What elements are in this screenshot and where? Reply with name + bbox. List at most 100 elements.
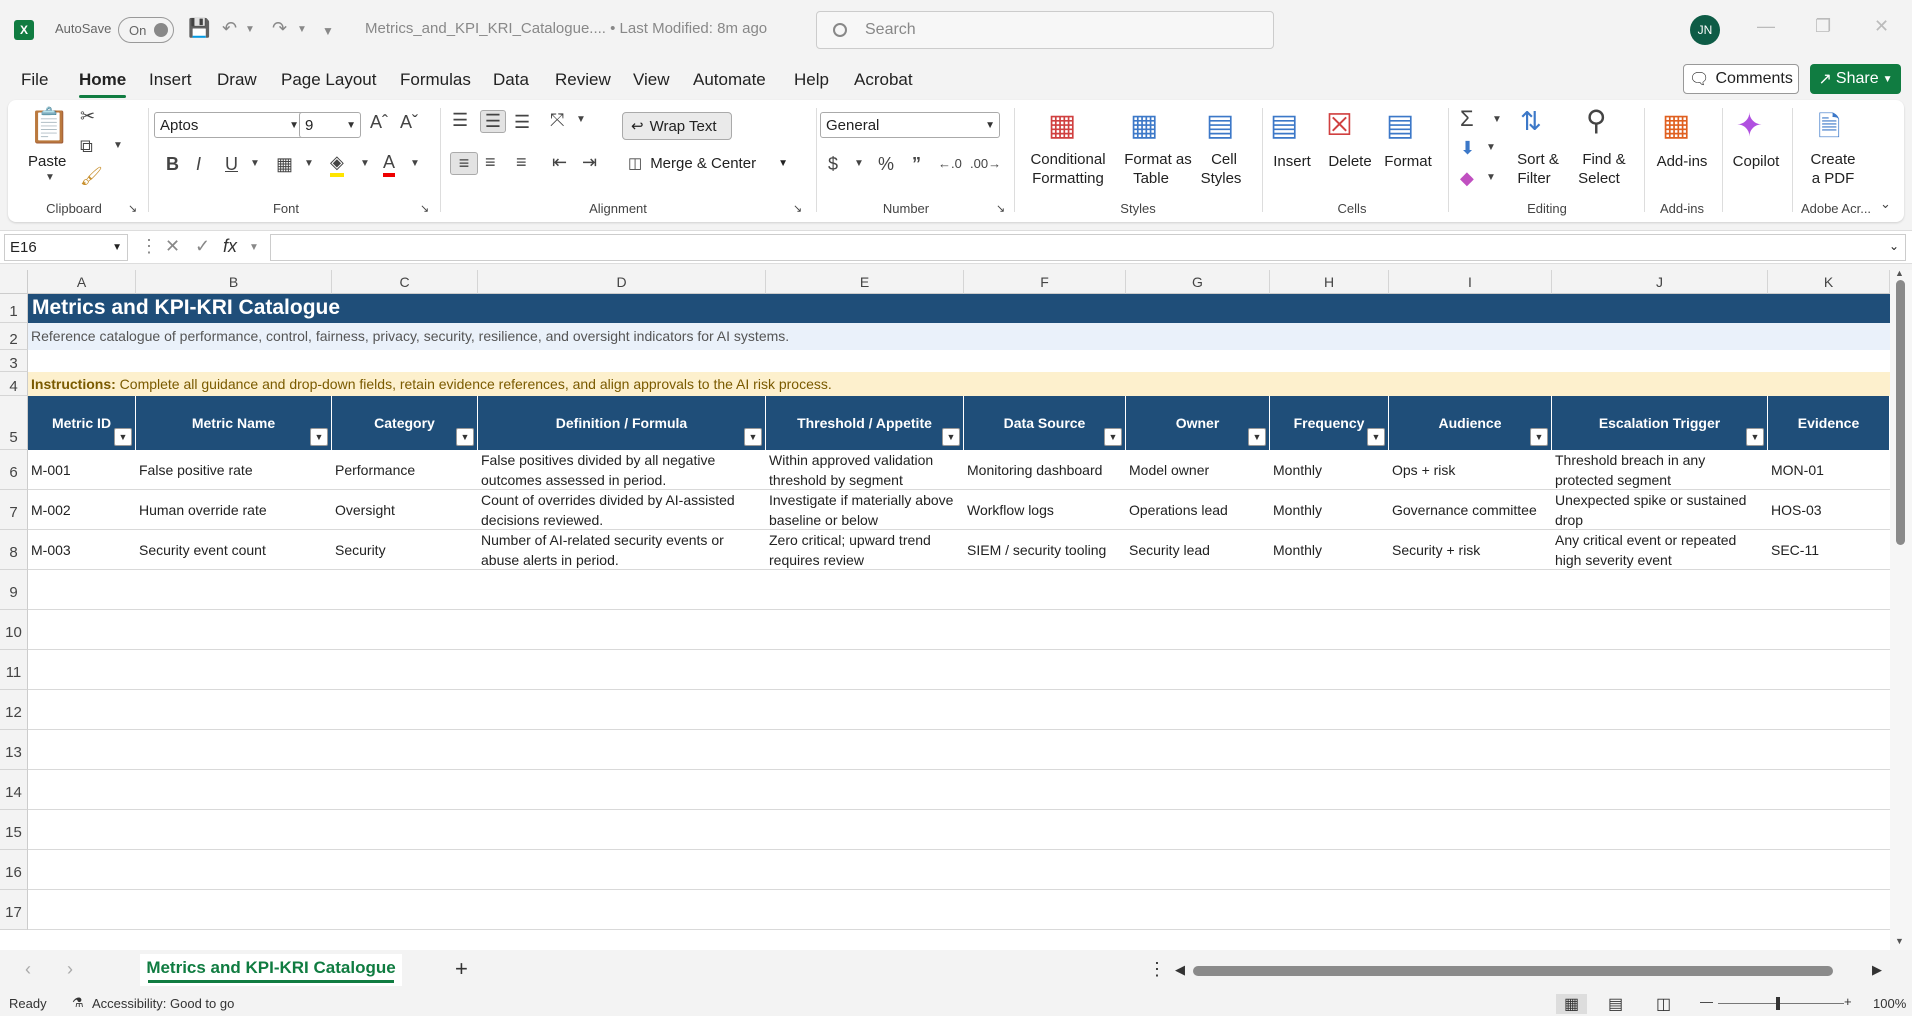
row-header-2[interactable]: 2: [0, 323, 28, 350]
row-header-4[interactable]: 4: [0, 372, 28, 396]
paste-label[interactable]: Paste: [28, 152, 66, 171]
cell-label[interactable]: Cell: [1206, 150, 1242, 169]
name-box[interactable]: E16 ▼: [4, 234, 128, 261]
orientation-icon[interactable]: ⤧: [550, 110, 564, 131]
align-bottom-icon[interactable]: ☰: [514, 112, 530, 133]
row-header-15[interactable]: 15: [0, 810, 28, 850]
select-all-corner[interactable]: [0, 270, 28, 294]
sheet-subtitle[interactable]: Reference catalogue of performance, cont…: [28, 323, 1890, 350]
sort-filter-icon[interactable]: ⇅: [1520, 106, 1542, 137]
table-cell[interactable]: SEC-11: [1768, 530, 1890, 570]
scroll-up-icon[interactable]: ▲: [1895, 270, 1904, 278]
fill-color-icon[interactable]: ◈: [330, 152, 344, 177]
save-icon[interactable]: 💾: [188, 18, 210, 39]
find-label[interactable]: Find &: [1572, 150, 1636, 169]
sheet-title[interactable]: Metrics and KPI-KRI Catalogue: [28, 294, 1890, 323]
cancel-icon[interactable]: ✕: [165, 236, 180, 257]
row-header-16[interactable]: 16: [0, 850, 28, 890]
wrap-text-button[interactable]: ↩ Wrap Text: [622, 112, 732, 140]
table-cell[interactable]: Governance committee: [1389, 490, 1552, 530]
filter-dropdown-icon[interactable]: ▼: [1248, 428, 1266, 446]
filter-dropdown-icon[interactable]: ▼: [310, 428, 328, 446]
tab-help[interactable]: Help: [794, 70, 829, 90]
row-header-11[interactable]: 11: [0, 650, 28, 690]
alignment-launcher-icon[interactable]: ↘: [793, 202, 802, 215]
increase-font-icon[interactable]: Aˆ: [370, 112, 388, 133]
column-title-metric-id[interactable]: Metric ID ▼: [28, 396, 136, 450]
accessibility-status[interactable]: Accessibility: Good to go: [92, 996, 234, 1011]
scroll-down-icon[interactable]: ▼: [1895, 936, 1904, 946]
table-cell[interactable]: Oversight: [332, 490, 478, 530]
tab-home[interactable]: Home: [79, 70, 127, 98]
insert-cells-icon[interactable]: ▤: [1270, 108, 1298, 143]
number-launcher-icon[interactable]: ↘: [996, 202, 1005, 215]
clear-dropdown-icon[interactable]: ▼: [1486, 172, 1496, 183]
column-header-e[interactable]: E: [766, 270, 964, 294]
table-cell[interactable]: Count of overrides divided by AI-assiste…: [478, 490, 766, 530]
table-cell[interactable]: Within approved validation threshold by …: [766, 450, 964, 490]
row-header-1[interactable]: 1: [0, 294, 28, 323]
decrease-font-icon[interactable]: Aˇ: [400, 112, 418, 133]
table-cell[interactable]: HOS-03: [1768, 490, 1890, 530]
row-header-5[interactable]: 5: [0, 396, 28, 450]
row-header-13[interactable]: 13: [0, 730, 28, 770]
zoom-slider-thumb[interactable]: [1776, 997, 1780, 1010]
fill-dropdown-icon[interactable]: ▼: [360, 158, 370, 169]
page-layout-view-icon[interactable]: ▤: [1608, 994, 1623, 1014]
prev-sheet-icon[interactable]: ‹: [25, 959, 31, 980]
column-title-frequency[interactable]: Frequency ▼: [1270, 396, 1389, 450]
format-cells-icon[interactable]: ▤: [1386, 108, 1414, 143]
table-cell[interactable]: Performance: [332, 450, 478, 490]
row-header-12[interactable]: 12: [0, 690, 28, 730]
column-title-evidence[interactable]: Evidence: [1768, 396, 1890, 450]
ribbon-collapse-icon[interactable]: ⌄: [1880, 196, 1891, 212]
table-cell[interactable]: MON-01: [1768, 450, 1890, 490]
clear-icon[interactable]: ◆: [1460, 168, 1474, 189]
filter-dropdown-icon[interactable]: ▼: [744, 428, 762, 446]
column-header-h[interactable]: H: [1270, 270, 1389, 294]
table-label[interactable]: Table: [1116, 169, 1186, 188]
table-cell[interactable]: Workflow logs: [964, 490, 1126, 530]
column-title-owner[interactable]: Owner ▼: [1126, 396, 1270, 450]
filter-dropdown-icon[interactable]: ▼: [1367, 428, 1385, 446]
insert-function-icon[interactable]: fx: [223, 236, 237, 257]
normal-view-icon[interactable]: ▦: [1556, 994, 1588, 1014]
table-cell[interactable]: Security + risk: [1389, 530, 1552, 570]
avatar[interactable]: JN: [1690, 15, 1720, 45]
filter-dropdown-icon[interactable]: ▼: [1746, 428, 1764, 446]
font-color-icon[interactable]: A: [383, 152, 396, 177]
table-cell[interactable]: Security: [332, 530, 478, 570]
table-cell[interactable]: Operations lead: [1126, 490, 1270, 530]
add-sheet-icon[interactable]: +: [455, 956, 468, 982]
italic-icon[interactable]: I: [196, 154, 201, 175]
merge-center-button[interactable]: ◫ Merge & Center ▼: [628, 154, 788, 173]
redo-icon[interactable]: ↷: [272, 18, 287, 39]
tab-acrobat[interactable]: Acrobat: [854, 70, 913, 90]
table-cell[interactable]: Security event count: [136, 530, 332, 570]
customize-toolbar-icon[interactable]: ▼: [322, 24, 334, 38]
worksheet-grid[interactable]: ABCDEFGHIJK 1 2 3 4 5 6 7 8 9 10 11 12 13 14 15 16 17 Me…: [0, 270, 1912, 950]
increase-indent-icon[interactable]: ⇥: [582, 152, 597, 173]
format-painter-icon[interactable]: 🖌: [80, 166, 103, 187]
fx-dropdown-icon[interactable]: ▼: [249, 242, 259, 253]
tab-insert[interactable]: Insert: [149, 70, 192, 90]
copy-dropdown-icon[interactable]: ▼: [113, 140, 123, 151]
align-center-icon[interactable]: ≡: [485, 152, 496, 173]
table-cell[interactable]: Investigate if materially above baseline…: [766, 490, 964, 530]
row-header-10[interactable]: 10: [0, 610, 28, 650]
table-cell[interactable]: Monthly: [1270, 450, 1389, 490]
borders-dropdown-icon[interactable]: ▼: [304, 158, 314, 169]
font-launcher-icon[interactable]: ↘: [420, 202, 429, 215]
align-middle-icon[interactable]: ☰: [480, 110, 506, 133]
page-break-view-icon[interactable]: ◫: [1656, 994, 1671, 1014]
row-header-3[interactable]: 3: [0, 350, 28, 372]
row-header-9[interactable]: 9: [0, 570, 28, 610]
more-icon[interactable]: ⋮: [140, 236, 158, 257]
column-header-b[interactable]: B: [136, 270, 332, 294]
column-title-audience[interactable]: Audience ▼: [1389, 396, 1552, 450]
tab-data[interactable]: Data: [493, 70, 529, 90]
underline-dropdown-icon[interactable]: ▼: [250, 158, 260, 169]
column-header-j[interactable]: J: [1552, 270, 1768, 294]
zoom-level[interactable]: 100%: [1873, 996, 1906, 1011]
document-title[interactable]: Metrics_and_KPI_KRI_Catalogue.... • Last…: [365, 20, 767, 37]
